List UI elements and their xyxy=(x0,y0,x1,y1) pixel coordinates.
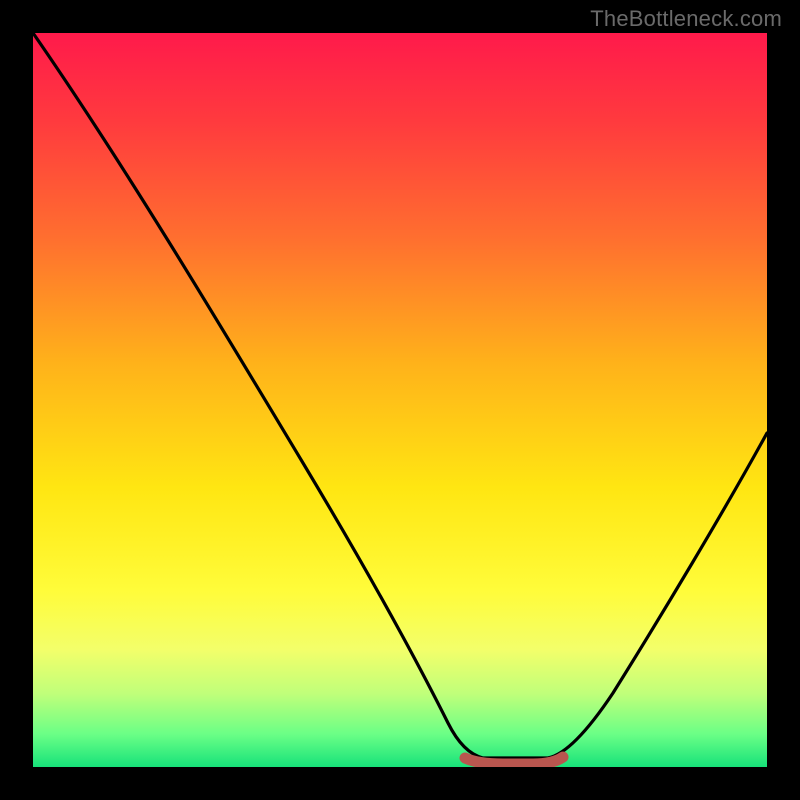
bottleneck-curve xyxy=(33,33,767,767)
curve-path xyxy=(33,33,767,758)
watermark-text: TheBottleneck.com xyxy=(590,6,782,32)
plot-area xyxy=(33,33,767,767)
chart-frame: TheBottleneck.com xyxy=(0,0,800,800)
